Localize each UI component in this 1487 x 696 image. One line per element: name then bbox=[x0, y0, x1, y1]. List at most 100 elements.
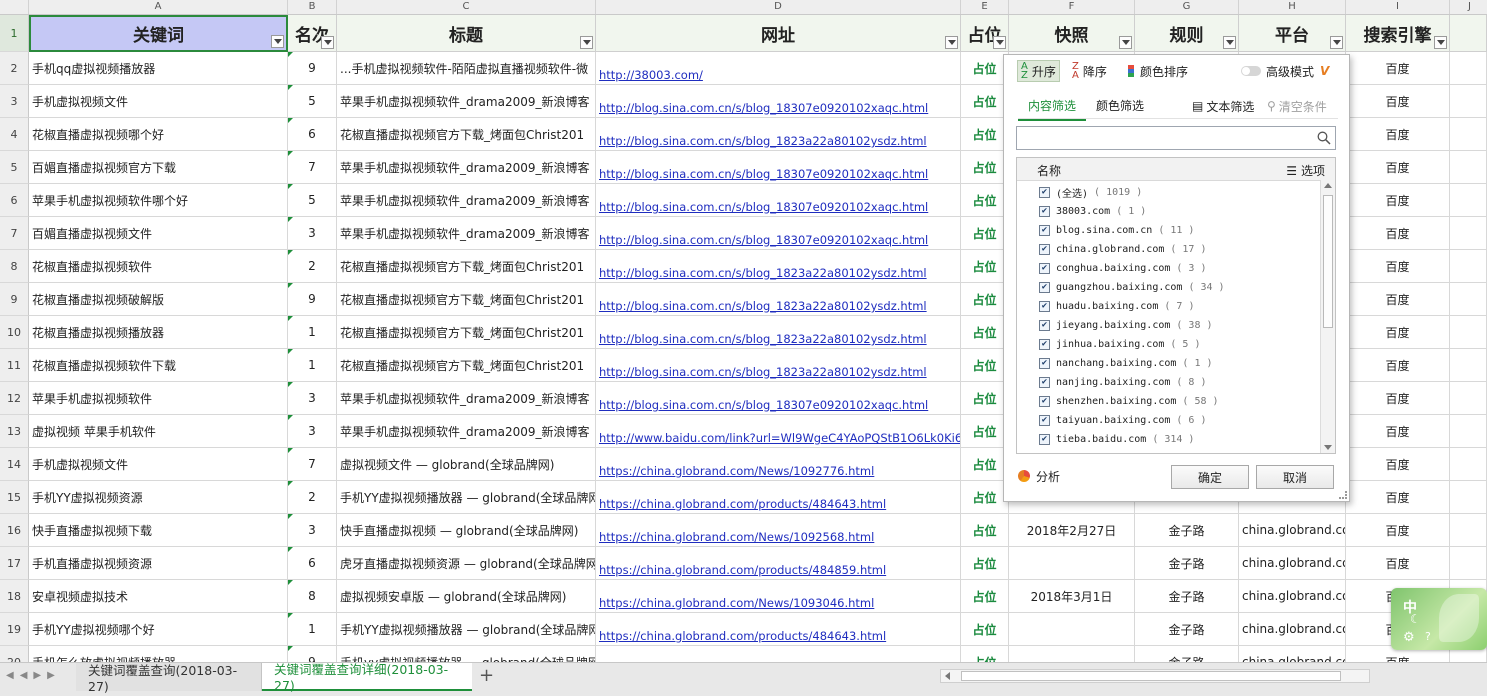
table-cell[interactable]: 8 bbox=[288, 580, 337, 613]
table-cell[interactable]: 百度 bbox=[1346, 547, 1450, 580]
table-cell[interactable]: 百度 bbox=[1346, 85, 1450, 118]
table-cell[interactable]: 苹果手机虚拟视频软件_drama2009_新浪博客 bbox=[337, 151, 596, 184]
table-cell[interactable]: 手机YY虚拟视频播放器 — globrand(全球品牌网 bbox=[337, 481, 596, 514]
table-cell[interactable]: 5 bbox=[288, 184, 337, 217]
row-number[interactable]: 18 bbox=[0, 580, 29, 613]
list-scrollbar[interactable] bbox=[1320, 180, 1335, 453]
header-cell-3[interactable]: 网址 bbox=[596, 15, 961, 52]
filter-list-item[interactable]: ✔ nanchang.baixing.com ( 1 ) bbox=[1039, 354, 1213, 372]
table-cell[interactable]: 快手直播虚拟视频 — globrand(全球品牌网) bbox=[337, 514, 596, 547]
ime-widget[interactable]: 中 ☾ ⚙ ? bbox=[1391, 588, 1487, 650]
table-cell[interactable]: 金子路 bbox=[1135, 514, 1239, 547]
table-cell[interactable]: 7 bbox=[288, 151, 337, 184]
clear-conditions-button[interactable]: ⚲ 清空条件 bbox=[1267, 95, 1327, 117]
table-cell[interactable]: 占位 bbox=[961, 580, 1009, 613]
table-cell[interactable]: 2 bbox=[288, 250, 337, 283]
text-filter-button[interactable]: ▤ 文本筛选 bbox=[1192, 95, 1254, 117]
table-cell[interactable] bbox=[1450, 481, 1487, 514]
table-cell[interactable]: 占位 bbox=[961, 613, 1009, 646]
row-number[interactable]: 19 bbox=[0, 613, 29, 646]
checkbox-checked-icon[interactable]: ✔ bbox=[1039, 224, 1050, 236]
table-cell[interactable] bbox=[1450, 85, 1487, 118]
column-header-a[interactable]: A bbox=[29, 0, 288, 14]
row-number[interactable]: 7 bbox=[0, 217, 29, 250]
table-cell[interactable]: 百度 bbox=[1346, 481, 1450, 514]
table-cell[interactable]: china.globrand.com bbox=[1239, 547, 1346, 580]
column-header-i[interactable]: I bbox=[1346, 0, 1450, 14]
filter-list-item[interactable]: ✔ huadu.baixing.com ( 7 ) bbox=[1039, 297, 1194, 315]
table-cell[interactable]: 金子路 bbox=[1135, 646, 1239, 662]
filter-list-item[interactable]: ✔ jinhua.baixing.com ( 5 ) bbox=[1039, 335, 1200, 353]
filter-dropdown-button[interactable] bbox=[1434, 36, 1447, 49]
table-cell[interactable]: 1 bbox=[288, 316, 337, 349]
table-cell[interactable]: 手机虚拟视频文件 bbox=[29, 448, 288, 481]
url-link[interactable]: http://blog.sina.com.cn/s/blog_18307e092… bbox=[596, 151, 961, 184]
checkbox-checked-icon[interactable]: ✔ bbox=[1039, 281, 1050, 293]
table-cell[interactable]: 占位 bbox=[961, 547, 1009, 580]
table-cell[interactable]: 占位 bbox=[961, 316, 1009, 349]
url-link[interactable]: http://www.baidu.com/link?url=Wl9WgeC4YA… bbox=[596, 415, 961, 448]
row-number[interactable]: 2 bbox=[0, 52, 29, 85]
filter-list-item[interactable]: ✔ blog.sina.com.cn ( 11 ) bbox=[1039, 221, 1194, 239]
table-cell[interactable]: 百度 bbox=[1346, 151, 1450, 184]
table-cell[interactable]: 占位 bbox=[961, 217, 1009, 250]
table-cell[interactable]: china.globrand.com bbox=[1239, 646, 1346, 662]
table-cell[interactable]: 苹果手机虚拟视频软件哪个好 bbox=[29, 184, 288, 217]
filter-dropdown-button[interactable] bbox=[1119, 36, 1132, 49]
scroll-down-icon[interactable] bbox=[1324, 445, 1332, 450]
row-number[interactable]: 6 bbox=[0, 184, 29, 217]
table-cell[interactable]: 百度 bbox=[1346, 184, 1450, 217]
table-cell[interactable]: 占位 bbox=[961, 646, 1009, 662]
table-cell[interactable]: 6 bbox=[288, 547, 337, 580]
table-cell[interactable]: 占位 bbox=[961, 52, 1009, 85]
checkbox-checked-icon[interactable]: ✔ bbox=[1039, 357, 1050, 369]
url-link[interactable]: http://blog.sina.com.cn/s/blog_1823a22a8… bbox=[596, 316, 961, 349]
h-scroll-thumb[interactable] bbox=[961, 671, 1341, 681]
table-cell[interactable]: 3 bbox=[288, 514, 337, 547]
row-number[interactable]: 16 bbox=[0, 514, 29, 547]
sort-descending-button[interactable]: ZA 降序 bbox=[1072, 60, 1107, 82]
help-icon[interactable]: ? bbox=[1425, 630, 1431, 643]
table-cell[interactable]: 占位 bbox=[961, 85, 1009, 118]
sheet-tab-coverage-detail[interactable]: 关键词覆盖查询详细(2018-03-27) bbox=[262, 662, 472, 693]
filter-dropdown-button[interactable] bbox=[271, 35, 284, 48]
row-number[interactable]: 9 bbox=[0, 283, 29, 316]
filter-dropdown-button[interactable] bbox=[1330, 36, 1343, 49]
table-cell[interactable]: 百度 bbox=[1346, 349, 1450, 382]
table-cell[interactable] bbox=[1450, 349, 1487, 382]
table-cell[interactable] bbox=[1009, 646, 1135, 662]
resize-grip-icon[interactable] bbox=[1339, 491, 1347, 499]
filter-list-item[interactable]: ✔ tieba.baidu.com ( 314 ) bbox=[1039, 430, 1194, 448]
scroll-up-icon[interactable] bbox=[1324, 183, 1332, 188]
gear-icon[interactable]: ⚙ bbox=[1403, 630, 1415, 645]
row-number[interactable]: 8 bbox=[0, 250, 29, 283]
table-cell[interactable]: 百媚直播虚拟视频官方下载 bbox=[29, 151, 288, 184]
filter-dropdown-button[interactable] bbox=[321, 36, 334, 49]
table-cell[interactable]: 5 bbox=[288, 85, 337, 118]
cancel-button[interactable]: 取消 bbox=[1256, 465, 1334, 489]
table-cell[interactable]: 占位 bbox=[961, 283, 1009, 316]
table-cell[interactable]: 安卓视频虚拟技术 bbox=[29, 580, 288, 613]
url-link[interactable]: https://china.globrand.com/products/4846… bbox=[596, 613, 961, 646]
checkbox-checked-icon[interactable]: ✔ bbox=[1039, 338, 1050, 350]
header-cell-7[interactable]: 平台 bbox=[1239, 15, 1346, 52]
filter-list-item[interactable]: ✔ 38003.com ( 1 ) bbox=[1039, 202, 1146, 220]
table-cell[interactable] bbox=[1450, 316, 1487, 349]
header-cell-8[interactable]: 搜索引擎 bbox=[1346, 15, 1450, 52]
checkbox-checked-icon[interactable]: ✔ bbox=[1039, 186, 1050, 198]
row-number[interactable]: 13 bbox=[0, 415, 29, 448]
filter-list-item[interactable]: ✔ china.globrand.com ( 17 ) bbox=[1039, 240, 1207, 258]
table-cell[interactable]: 百度 bbox=[1346, 316, 1450, 349]
list-options-button[interactable]: ☰ 选项 bbox=[1286, 162, 1325, 179]
table-cell[interactable]: 花椒直播虚拟视频软件下载 bbox=[29, 349, 288, 382]
table-cell[interactable]: 苹果手机虚拟视频软件_drama2009_新浪博客 bbox=[337, 85, 596, 118]
url-link[interactable]: http://blog.sina.com.cn/s/blog_18307e092… bbox=[596, 382, 961, 415]
table-cell[interactable]: ...手机虚拟视频软件-陌陌虚拟直播视频软件-微 bbox=[337, 52, 596, 85]
table-cell[interactable]: 占位 bbox=[961, 250, 1009, 283]
row-number[interactable]: 4 bbox=[0, 118, 29, 151]
url-link[interactable]: https://china.globrand.com/products/4848… bbox=[596, 547, 961, 580]
row-number[interactable]: 12 bbox=[0, 382, 29, 415]
filter-list-item[interactable]: ✔ shenzhen.baixing.com ( 58 ) bbox=[1039, 392, 1219, 410]
row-number[interactable]: 10 bbox=[0, 316, 29, 349]
row-number[interactable]: 11 bbox=[0, 349, 29, 382]
